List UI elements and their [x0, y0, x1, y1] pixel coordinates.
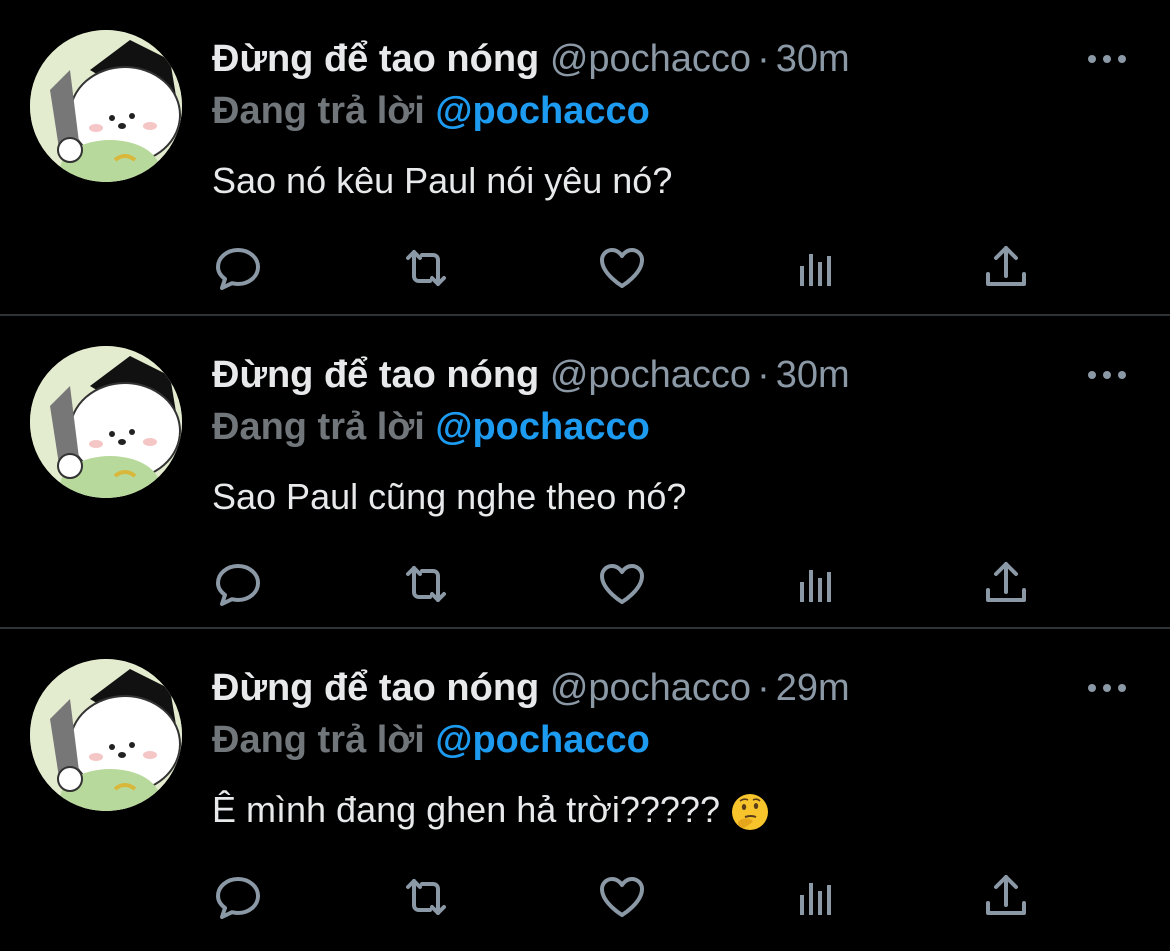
action-bar [212, 558, 1042, 610]
tweet-text: Sao nó kêu Paul nói yêu nó? [212, 160, 673, 201]
analytics-icon[interactable] [790, 558, 842, 610]
analytics-icon[interactable] [790, 871, 842, 923]
thinking-face-icon [730, 792, 770, 832]
share-icon[interactable] [980, 871, 1032, 923]
share-icon[interactable] [980, 558, 1032, 610]
avatar[interactable] [30, 659, 182, 811]
replying-to: Đang trả lời @pochacco [212, 402, 650, 452]
action-bar [212, 871, 1042, 923]
mention-link[interactable]: @pochacco [435, 90, 649, 132]
retweet-icon[interactable] [400, 558, 452, 610]
replying-label: Đang trả lời [212, 406, 425, 448]
user-handle[interactable]: @pochacco [550, 667, 751, 709]
tweet-header: Đừng để tao nóng @pochacco · 30m [212, 34, 850, 84]
reply-icon[interactable] [212, 871, 264, 923]
more-options-icon[interactable] [1088, 681, 1128, 695]
reply-icon[interactable] [212, 558, 264, 610]
tweet[interactable]: Đừng để tao nóng @pochacco · 30m Đang trả … [0, 316, 1170, 629]
timestamp[interactable]: 30m [776, 354, 850, 396]
avatar[interactable] [30, 30, 182, 182]
share-icon[interactable] [980, 242, 1032, 294]
retweet-icon[interactable] [400, 242, 452, 294]
like-icon[interactable] [596, 871, 648, 923]
replying-label: Đang trả lời [212, 90, 425, 132]
tweet-text-content: Ê mình đang ghen hả trời????? [212, 789, 720, 830]
replying-to: Đang trả lời @pochacco [212, 715, 650, 765]
timestamp[interactable]: 29m [776, 667, 850, 709]
separator: · [757, 354, 770, 396]
tweet[interactable]: Đừng để tao nóng @pochacco · 30m Đang trả … [0, 0, 1170, 316]
tweet-text: Sao Paul cũng nghe theo nó? [212, 476, 687, 517]
like-icon[interactable] [596, 242, 648, 294]
display-name[interactable]: Đừng để tao nóng [212, 354, 539, 396]
reply-icon[interactable] [212, 242, 264, 294]
display-name[interactable]: Đừng để tao nóng [212, 667, 539, 709]
avatar[interactable] [30, 346, 182, 498]
more-options-icon[interactable] [1088, 52, 1128, 66]
mention-link[interactable]: @pochacco [435, 406, 649, 448]
mention-link[interactable]: @pochacco [435, 719, 649, 761]
separator: · [757, 38, 770, 80]
retweet-icon[interactable] [400, 871, 452, 923]
tweet-header: Đừng để tao nóng @pochacco · 29m [212, 663, 850, 713]
replying-label: Đang trả lời [212, 719, 425, 761]
like-icon[interactable] [596, 558, 648, 610]
tweet-header: Đừng để tao nóng @pochacco · 30m [212, 350, 850, 400]
separator: · [757, 667, 770, 709]
display-name[interactable]: Đừng để tao nóng [212, 38, 539, 80]
tweet-text: Ê mình đang ghen hả trời????? [212, 785, 770, 835]
analytics-icon[interactable] [790, 242, 842, 294]
replying-to: Đang trả lời @pochacco [212, 86, 650, 136]
timestamp[interactable]: 30m [776, 38, 850, 80]
more-options-icon[interactable] [1088, 368, 1128, 382]
tweet[interactable]: Đừng để tao nóng @pochacco · 29m Đang trả … [0, 629, 1170, 951]
user-handle[interactable]: @pochacco [550, 38, 751, 80]
user-handle[interactable]: @pochacco [550, 354, 751, 396]
action-bar [212, 242, 1042, 294]
